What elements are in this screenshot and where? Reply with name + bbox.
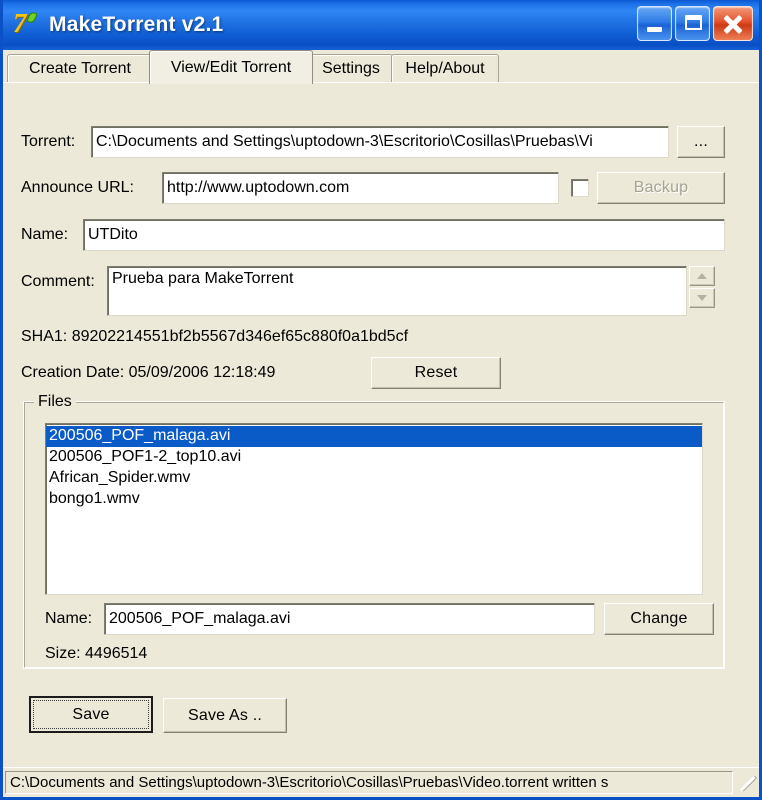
backup-checkbox[interactable] xyxy=(571,179,589,197)
arrow-up-icon xyxy=(697,273,707,279)
list-item[interactable]: 200506_POF1-2_top10.avi xyxy=(46,447,702,468)
file-name-label: Name: xyxy=(45,610,93,627)
resize-grip-icon[interactable] xyxy=(738,775,756,794)
maximize-icon xyxy=(685,15,702,30)
save-button[interactable]: Save xyxy=(29,696,153,733)
announce-url-label: Announce URL: xyxy=(21,179,134,196)
announce-url-input[interactable]: http://www.uptodown.com xyxy=(162,172,559,204)
tab-bar: Create Torrent View/Edit Torrent Setting… xyxy=(3,50,759,84)
client-area: Create Torrent View/Edit Torrent Setting… xyxy=(3,50,759,797)
file-list[interactable]: 200506_POF_malaga.avi 200506_POF1-2_top1… xyxy=(45,423,703,595)
change-button[interactable]: Change xyxy=(604,603,714,635)
creation-date-value: Creation Date: 05/09/2006 12:18:49 xyxy=(21,364,276,381)
torrent-name-input[interactable]: UTDito xyxy=(83,219,725,251)
tab-help-about[interactable]: Help/About xyxy=(391,54,499,82)
window-title: MakeTorrent v2.1 xyxy=(49,13,224,36)
arrow-down-icon xyxy=(697,295,707,301)
title-bar[interactable]: 7 MakeTorrent v2.1 xyxy=(3,0,759,50)
app-torrent-icon: 7 xyxy=(11,8,41,40)
window-controls xyxy=(637,6,753,41)
tab-create-torrent-label: Create Torrent xyxy=(29,59,131,77)
tab-view-edit-torrent[interactable]: View/Edit Torrent xyxy=(149,50,313,84)
minimize-icon xyxy=(647,27,662,32)
file-size-value: Size: 4496514 xyxy=(45,645,148,662)
maximize-button[interactable] xyxy=(675,6,710,41)
save-button-focus-ring xyxy=(33,700,149,729)
reset-button[interactable]: Reset xyxy=(371,357,501,389)
tab-create-torrent[interactable]: Create Torrent xyxy=(7,54,153,82)
minimize-button[interactable] xyxy=(637,6,672,41)
backup-button[interactable]: Backup xyxy=(597,172,725,204)
tab-view-edit-torrent-label: View/Edit Torrent xyxy=(170,58,292,76)
status-bar: C:\Documents and Settings\uptodown-3\Esc… xyxy=(3,767,759,797)
browse-button[interactable]: ... xyxy=(677,126,725,158)
list-item[interactable]: bongo1.wmv xyxy=(46,489,702,510)
comment-scroll-down-button[interactable] xyxy=(689,288,715,308)
comment-scroll-up-button[interactable] xyxy=(689,266,715,286)
comment-input[interactable]: Prueba para MakeTorrent xyxy=(107,266,687,316)
status-message: C:\Documents and Settings\uptodown-3\Esc… xyxy=(5,771,733,794)
tab-settings-label: Settings xyxy=(322,59,380,77)
list-item[interactable]: 200506_POF_malaga.avi xyxy=(46,426,702,447)
tab-settings[interactable]: Settings xyxy=(309,54,393,82)
files-group-title: Files xyxy=(34,393,76,411)
tab-help-about-label: Help/About xyxy=(405,59,485,77)
view-edit-torrent-panel: Torrent: C:\Documents and Settings\uptod… xyxy=(3,82,759,767)
application-window: 7 MakeTorrent v2.1 Create Torrent View/E… xyxy=(0,0,762,800)
app-icon-seven-glyph: 7 xyxy=(13,8,26,38)
list-item[interactable]: African_Spider.wmv xyxy=(46,468,702,489)
torrent-path-input[interactable]: C:\Documents and Settings\uptodown-3\Esc… xyxy=(91,126,669,158)
close-button[interactable] xyxy=(713,6,753,41)
file-name-input[interactable]: 200506_POF_malaga.avi xyxy=(104,603,595,635)
comment-label: Comment: xyxy=(21,273,95,290)
app-icon-leaf-glyph xyxy=(26,11,38,24)
torrent-label: Torrent: xyxy=(21,133,76,150)
save-as-button[interactable]: Save As .. xyxy=(163,698,287,733)
sha1-value: SHA1: 89202214551bf2b5567d346ef65c880f0a… xyxy=(21,328,409,345)
torrent-name-label: Name: xyxy=(21,226,69,243)
